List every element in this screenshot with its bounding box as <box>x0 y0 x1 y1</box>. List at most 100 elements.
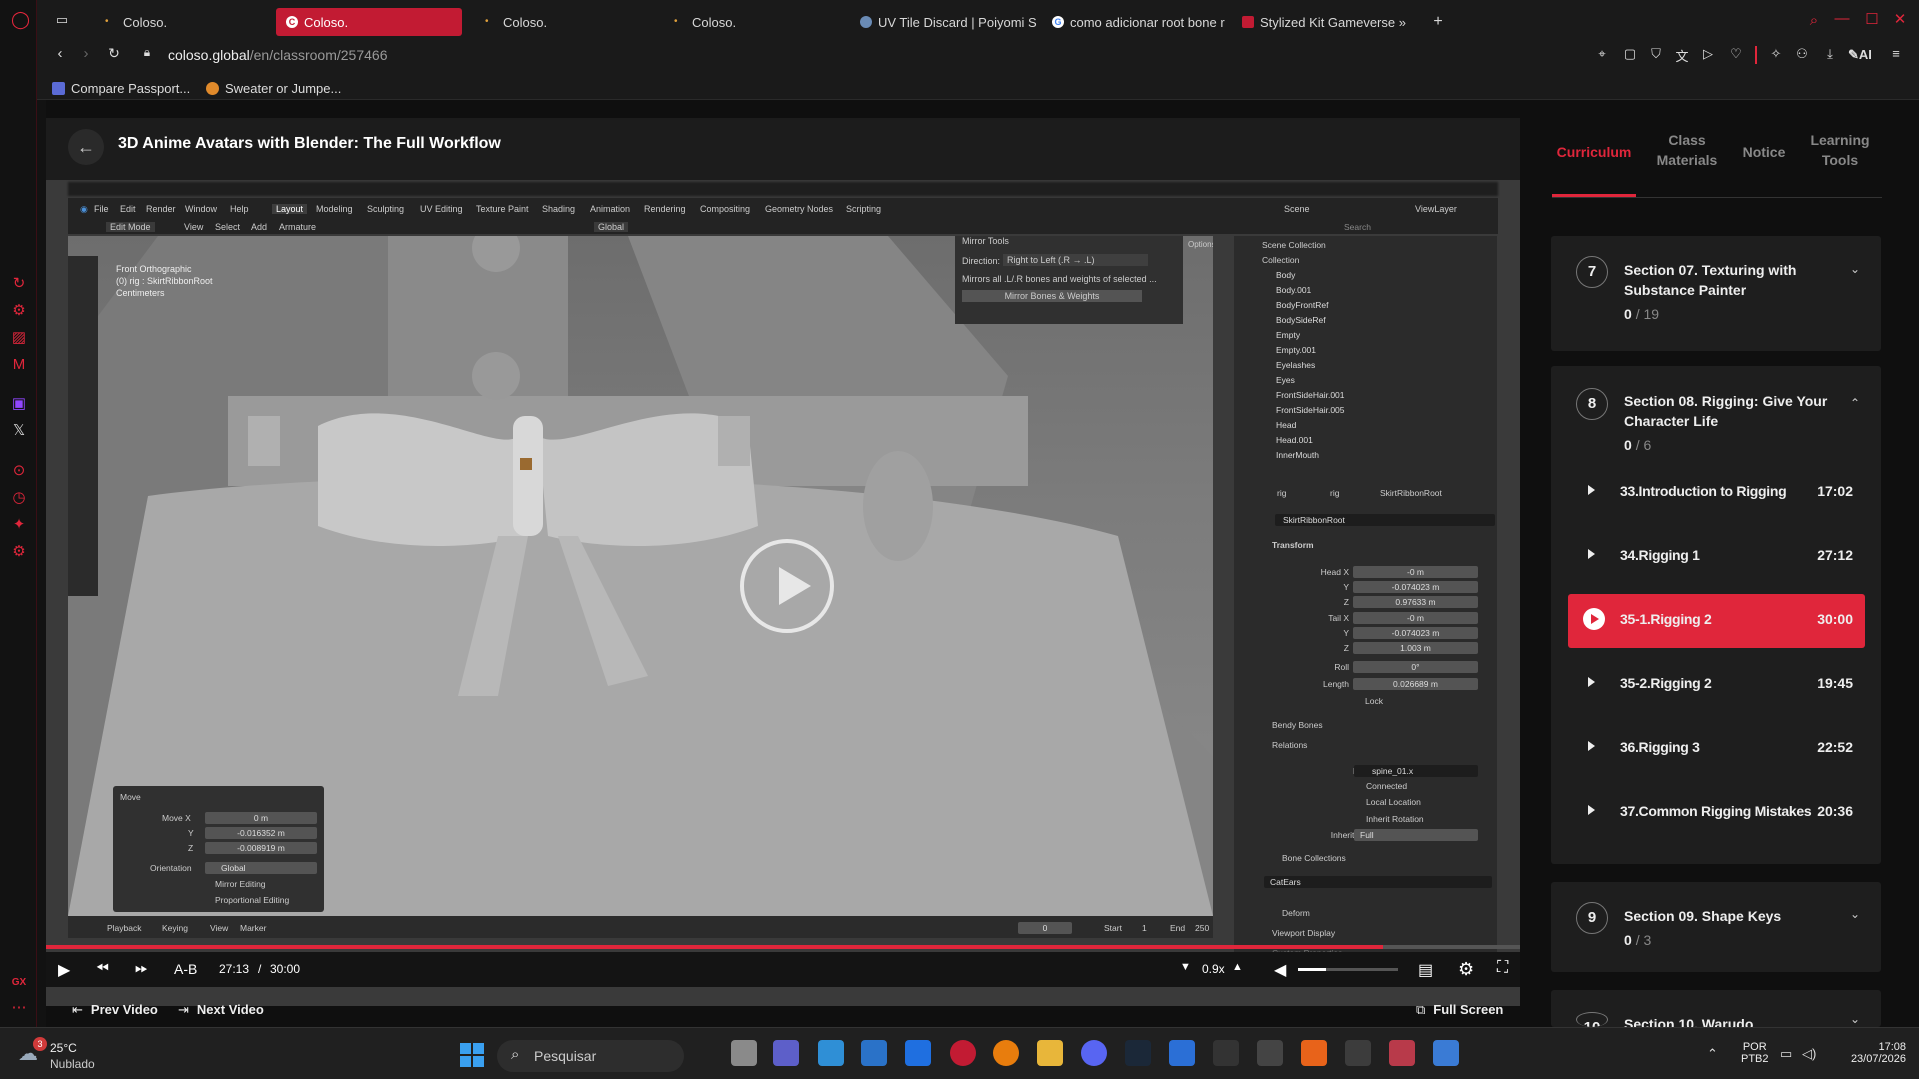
tail-x-field[interactable]: -0 m <box>1353 612 1478 624</box>
messenger-icon[interactable]: M <box>11 357 27 373</box>
outliner-item[interactable]: Eyes <box>1276 375 1295 387</box>
outliner-item[interactable]: FrontSideHair.001 <box>1276 390 1345 402</box>
lang-indicator[interactable]: POR PTB2 <box>1741 1041 1769 1065</box>
workspace-tab[interactable]: Texture Paint <box>476 204 529 214</box>
twitch-icon[interactable]: ▣ <box>11 396 27 412</box>
blender-icon[interactable] <box>993 1040 1019 1066</box>
tab-active[interactable]: C Coloso. <box>276 8 462 36</box>
tail-y-field[interactable]: -0.074023 m <box>1353 627 1478 639</box>
outliner-item[interactable]: Eyelashes <box>1276 360 1315 372</box>
tab[interactable]: • Coloso. <box>95 8 273 36</box>
volume-tray-icon[interactable]: ◁) <box>1802 1046 1816 1062</box>
opera-gx-icon[interactable] <box>950 1040 976 1066</box>
tab-menu-icon[interactable]: ▭ <box>52 12 72 28</box>
ai-button[interactable]: ✎AI <box>1848 47 1872 63</box>
lesson-item-active[interactable]: 35-1.Rigging 2 30:00 <box>1568 594 1865 648</box>
chevron-down-icon[interactable]: ⌄ <box>1850 1012 1860 1026</box>
viewlayer-field[interactable]: ViewLayer <box>1415 204 1457 214</box>
workspace-tab[interactable]: Shading <box>542 204 575 214</box>
timeline-menu[interactable]: Marker <box>240 923 266 933</box>
workspace-tab[interactable]: UV Editing <box>420 204 463 214</box>
tool-shelf[interactable] <box>68 256 98 596</box>
workspace-tab[interactable]: Animation <box>590 204 630 214</box>
back-arrow-icon[interactable]: ← <box>68 129 104 165</box>
search-tabs-icon[interactable]: ⌕ <box>1804 12 1824 29</box>
outliner-item[interactable]: Body.001 <box>1276 285 1311 297</box>
outliner-item[interactable]: Empty <box>1276 330 1300 342</box>
steam-icon[interactable] <box>1125 1040 1151 1066</box>
unity-icon[interactable] <box>1257 1040 1283 1066</box>
favorite-heart-icon[interactable]: ♡ <box>1726 46 1746 62</box>
maximize-icon[interactable]: ☐ <box>1862 10 1882 28</box>
forward-nav-icon[interactable]: › <box>76 45 96 62</box>
lesson-item[interactable]: 33.Introduction to Rigging 17:02 <box>1568 466 1865 518</box>
brave-icon[interactable] <box>1301 1040 1327 1066</box>
snipping-icon[interactable] <box>1389 1040 1415 1066</box>
tab[interactable]: • Coloso. <box>475 8 653 36</box>
fast-forward-icon[interactable]: ⏩︎ <box>135 960 148 978</box>
pin-icon[interactable]: ⌖ <box>1592 46 1612 62</box>
close-window-icon[interactable]: ✕ <box>1890 10 1910 28</box>
end-field[interactable]: 250 <box>1195 923 1209 933</box>
timeline-menu[interactable]: View <box>210 923 228 933</box>
outliner-item[interactable]: BodyFrontRef <box>1276 300 1328 312</box>
tab-learning-tools[interactable]: Learning Tools <box>1797 130 1883 170</box>
lock-checkbox[interactable]: Lock <box>1365 696 1383 706</box>
profile-icon[interactable]: ⚇ <box>1792 46 1812 62</box>
task-view-icon[interactable] <box>731 1040 757 1066</box>
bone-name-field[interactable]: SkirtRibbonRoot <box>1275 514 1495 526</box>
tab-class-materials[interactable]: Class Materials <box>1647 130 1727 170</box>
gx-control-icon[interactable]: ⚙ <box>11 303 27 319</box>
x-app-icon[interactable] <box>1213 1040 1239 1066</box>
tab[interactable]: UV Tile Discard | Poiyomi S <box>850 8 1040 36</box>
tab[interactable]: • Coloso. <box>664 8 842 36</box>
translate-icon[interactable]: 文 <box>1672 46 1692 65</box>
ab-repeat-button[interactable]: A-B <box>174 961 197 977</box>
back-nav-icon[interactable]: ‹ <box>50 45 70 62</box>
start-field[interactable]: 1 <box>1142 923 1147 933</box>
adblock-shield-icon[interactable]: ⛉ <box>1646 46 1666 62</box>
lesson-item[interactable]: 34.Rigging 1 27:12 <box>1568 530 1865 582</box>
workspace-tab[interactable]: Rendering <box>644 204 686 214</box>
inherit-scale-select[interactable]: Full <box>1354 829 1478 841</box>
inherit-rotation-checkbox[interactable]: Inherit Rotation <box>1366 814 1424 824</box>
x-twitter-icon[interactable]: 𝕏 <box>11 423 27 439</box>
bendy-bones-header[interactable]: Bendy Bones <box>1272 720 1323 730</box>
move-z-field[interactable]: -0.008919 m <box>205 842 317 854</box>
current-frame-field[interactable]: 0 <box>1018 922 1072 934</box>
lesson-item[interactable]: 37.Common Rigging Mistakes 20:36 <box>1568 786 1865 838</box>
length-field[interactable]: 0.026689 m <box>1353 678 1478 690</box>
outliner-item[interactable]: FrontSideHair.005 <box>1276 405 1345 417</box>
direction-select[interactable]: Right to Left (.R → .L) <box>1003 254 1148 266</box>
history-icon[interactable]: ◷ <box>11 490 27 506</box>
proportional-editing-checkbox[interactable]: Proportional Editing <box>215 895 289 905</box>
workspace-tab[interactable]: Layout <box>272 204 308 214</box>
move-y-field[interactable]: -0.016352 m <box>205 827 317 839</box>
bone-collections-header[interactable]: Bone Collections <box>1282 853 1346 863</box>
subtitles-icon[interactable]: ▤ <box>1418 960 1433 980</box>
workspace-tab[interactable]: Compositing <box>700 204 750 214</box>
roll-field[interactable]: 0° <box>1353 661 1478 673</box>
outliner-item[interactable]: Head.001 <box>1276 435 1313 447</box>
blender-menu[interactable]: Render <box>146 204 176 214</box>
clock[interactable]: 17:08 23/07/2026 <box>1844 1041 1906 1065</box>
head-x-field[interactable]: -0 m <box>1353 566 1478 578</box>
play-icon[interactable]: ▶ <box>58 960 70 980</box>
mode-select[interactable]: Edit Mode <box>106 222 155 232</box>
speed-up-icon[interactable]: ▲ <box>1232 961 1243 973</box>
relations-header[interactable]: Relations <box>1272 740 1307 750</box>
orientation-select[interactable]: Global <box>594 222 629 232</box>
settings-icon[interactable]: ⚙ <box>1458 959 1474 980</box>
tab[interactable]: Stylized Kit Gameverse » <box>1232 8 1428 36</box>
outliner-search[interactable]: Search <box>1344 222 1371 232</box>
bookmark-item[interactable]: Compare Passport... <box>52 81 190 96</box>
file-explorer-icon[interactable] <box>1037 1040 1063 1066</box>
windows-start-icon[interactable] <box>460 1043 484 1067</box>
header-menu[interactable]: View <box>184 222 203 232</box>
menu-icon[interactable]: ≡ <box>1886 46 1906 61</box>
outliner-item[interactable]: BodySideRef <box>1276 315 1326 327</box>
volume-icon[interactable]: ◀︎ <box>1274 960 1286 980</box>
header-menu[interactable]: Armature <box>279 222 316 232</box>
header-menu[interactable]: Select <box>215 222 240 232</box>
outliner-item[interactable]: Body <box>1276 270 1295 282</box>
